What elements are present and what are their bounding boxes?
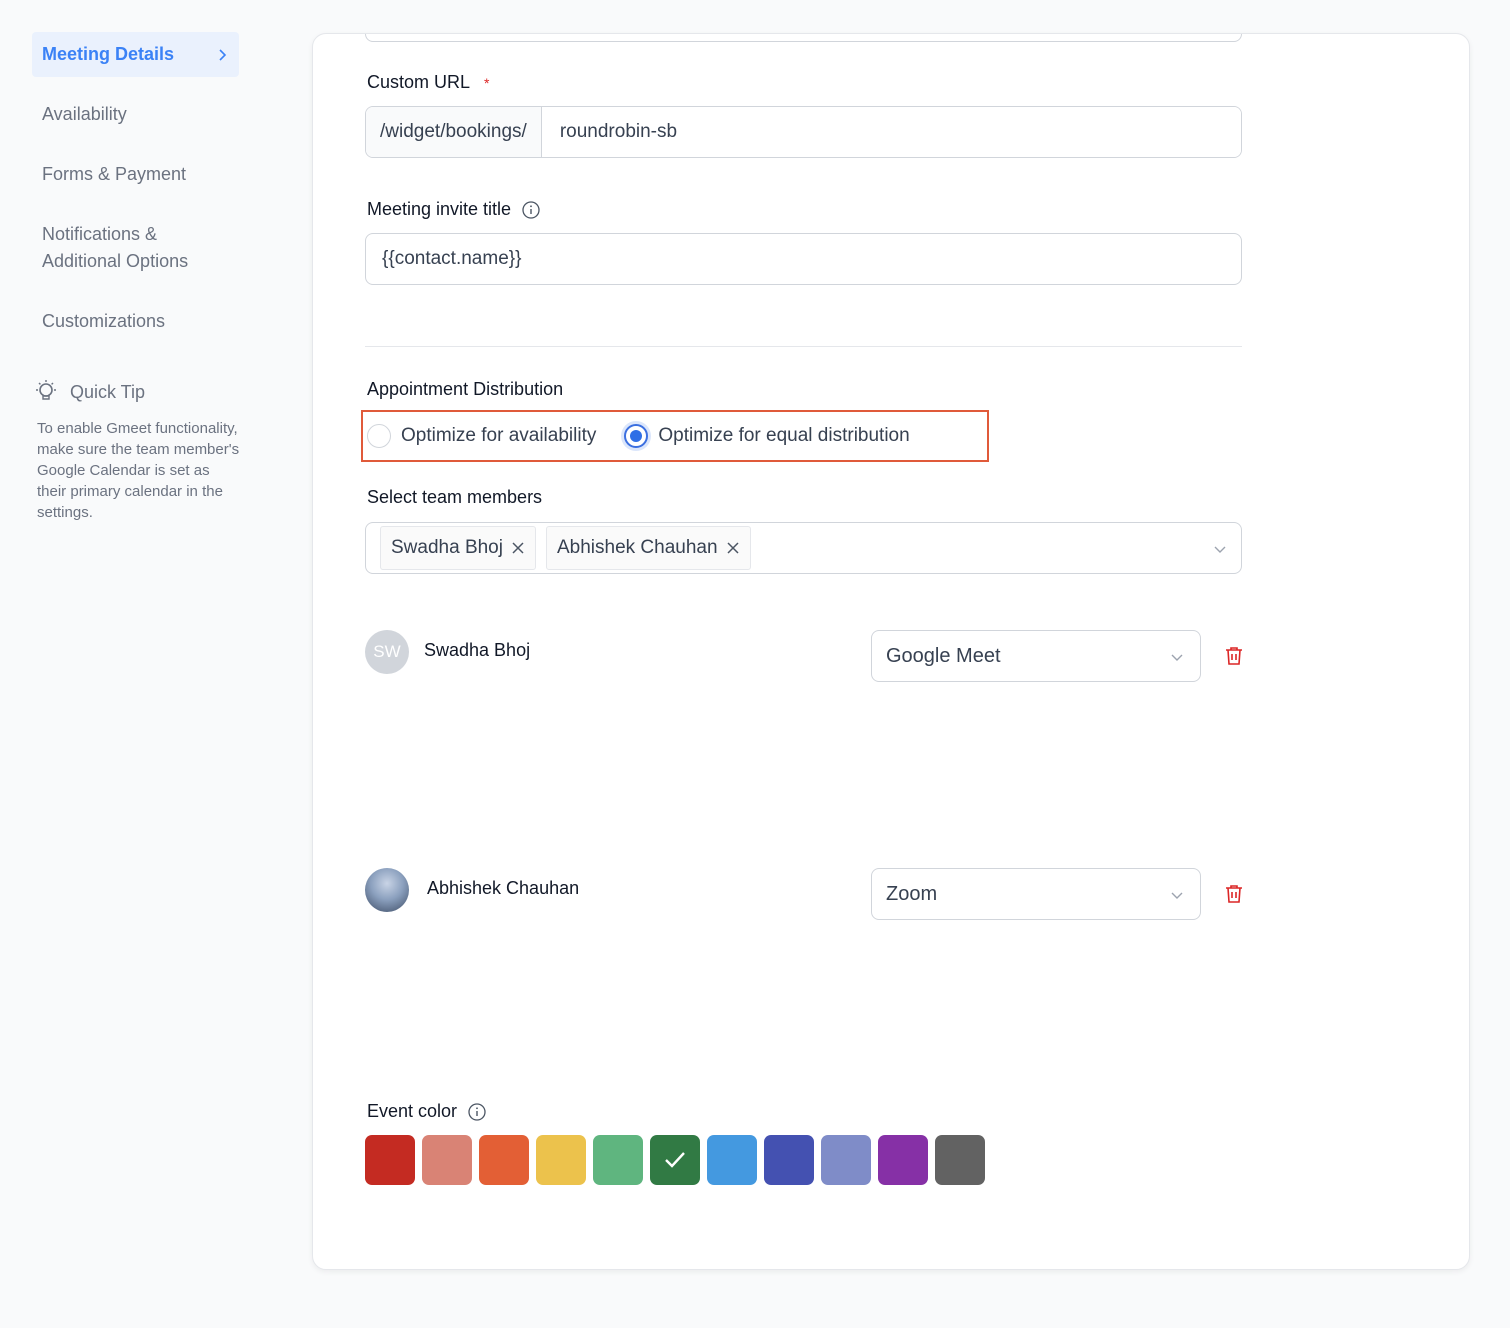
- info-icon[interactable]: [467, 1102, 487, 1122]
- chip-label: Swadha Bhoj: [391, 537, 503, 558]
- custom-url-label-text: Custom URL: [367, 72, 471, 92]
- radio-optimize-equal[interactable]: Optimize for equal distribution: [624, 424, 910, 448]
- radio-optimize-availability[interactable]: Optimize for availability: [367, 424, 596, 448]
- url-prefix: /widget/bookings/: [366, 107, 542, 157]
- member-name: Swadha Bhoj: [424, 640, 531, 660]
- sidebar-item-label: Availability: [42, 104, 127, 124]
- sidebar-item-label: Forms & Payment: [42, 164, 187, 184]
- member-chip: Swadha Bhoj: [380, 526, 536, 570]
- avatar: SW: [365, 630, 409, 674]
- color-swatch-selected[interactable]: [650, 1135, 700, 1185]
- lightbulb-icon: [36, 380, 56, 400]
- custom-url-field: /widget/bookings/: [365, 106, 1242, 158]
- event-color-label-text: Event color: [367, 1101, 458, 1121]
- avatar: [365, 868, 409, 912]
- chevron-down-icon: [1171, 654, 1183, 661]
- team-members-label: Select team members: [367, 487, 543, 507]
- member-row: Abhishek Chauhan Zoom: [365, 868, 1242, 920]
- event-color-label: Event color: [367, 1101, 487, 1122]
- color-swatch[interactable]: [707, 1135, 757, 1185]
- chevron-down-icon[interactable]: [1213, 542, 1227, 556]
- select-value: Google Meet: [886, 644, 1001, 667]
- radio-label: Optimize for availability: [401, 425, 597, 446]
- trash-icon[interactable]: [1223, 883, 1245, 905]
- sidebar-item-label: Meeting Details: [42, 44, 175, 64]
- sidebar-item-notifications[interactable]: Notifications & Additional Options: [32, 212, 222, 284]
- quick-tip: Quick Tip To enable Gmeet functionality,…: [32, 378, 242, 523]
- sidebar-item-customizations[interactable]: Customizations: [32, 299, 239, 344]
- info-icon[interactable]: [521, 200, 541, 220]
- team-members-select[interactable]: Swadha Bhoj Abhishek Chauhan: [365, 522, 1242, 574]
- color-swatch[interactable]: [365, 1135, 415, 1185]
- color-swatch[interactable]: [593, 1135, 643, 1185]
- radio-label: Optimize for equal distribution: [658, 425, 910, 446]
- sidebar-item-forms-payment[interactable]: Forms & Payment: [32, 152, 239, 197]
- custom-url-label: Custom URL *: [367, 72, 489, 93]
- quick-tip-body: To enable Gmeet functionality, make sure…: [37, 420, 240, 521]
- color-swatch[interactable]: [935, 1135, 985, 1185]
- invite-title-label: Meeting invite title: [367, 199, 541, 220]
- check-icon: [665, 1152, 685, 1168]
- custom-url-input[interactable]: [541, 107, 1241, 157]
- sidebar-item-availability[interactable]: Availability: [32, 92, 239, 137]
- radio-button[interactable]: [367, 424, 391, 448]
- distribution-label: Appointment Distribution: [367, 379, 564, 399]
- close-icon[interactable]: [511, 541, 525, 555]
- invite-title-label-text: Meeting invite title: [367, 199, 512, 219]
- chip-label: Abhishek Chauhan: [556, 537, 718, 558]
- section-divider: [365, 346, 1242, 347]
- close-icon[interactable]: [726, 541, 740, 555]
- color-swatch[interactable]: [536, 1135, 586, 1185]
- sidebar-nav: Meeting Details Availability Forms & Pay…: [32, 32, 239, 359]
- sidebar-item-label: Notifications & Additional Options: [42, 224, 189, 271]
- member-row: SW Swadha Bhoj Google Meet: [365, 630, 1242, 682]
- meeting-location-select[interactable]: Google Meet: [871, 630, 1201, 682]
- member-name: Abhishek Chauhan: [427, 878, 580, 898]
- distribution-radio-group: Optimize for availability Optimize for e…: [361, 410, 989, 462]
- radio-button-checked[interactable]: [624, 424, 649, 448]
- chevron-right-icon: [219, 48, 227, 61]
- meeting-location-select[interactable]: Zoom: [871, 868, 1201, 920]
- meeting-details-card: Custom URL * /widget/bookings/ Meeting i…: [312, 33, 1470, 1270]
- invite-title-input[interactable]: [365, 233, 1242, 285]
- sidebar-item-label: Customizations: [42, 311, 166, 331]
- quick-tip-title: Quick Tip: [70, 381, 146, 402]
- color-swatch[interactable]: [479, 1135, 529, 1185]
- color-swatch[interactable]: [422, 1135, 472, 1185]
- trash-icon[interactable]: [1223, 645, 1245, 667]
- event-color-swatches: [365, 1135, 985, 1185]
- member-chip: Abhishek Chauhan: [545, 526, 751, 570]
- color-swatch[interactable]: [878, 1135, 928, 1185]
- previous-field[interactable]: [365, 34, 1242, 42]
- select-value: Zoom: [886, 882, 938, 905]
- chevron-down-icon: [1171, 892, 1183, 899]
- color-swatch[interactable]: [821, 1135, 871, 1185]
- required-marker: *: [484, 74, 490, 91]
- color-swatch[interactable]: [764, 1135, 814, 1185]
- sidebar-item-meeting-details[interactable]: Meeting Details: [32, 32, 239, 77]
